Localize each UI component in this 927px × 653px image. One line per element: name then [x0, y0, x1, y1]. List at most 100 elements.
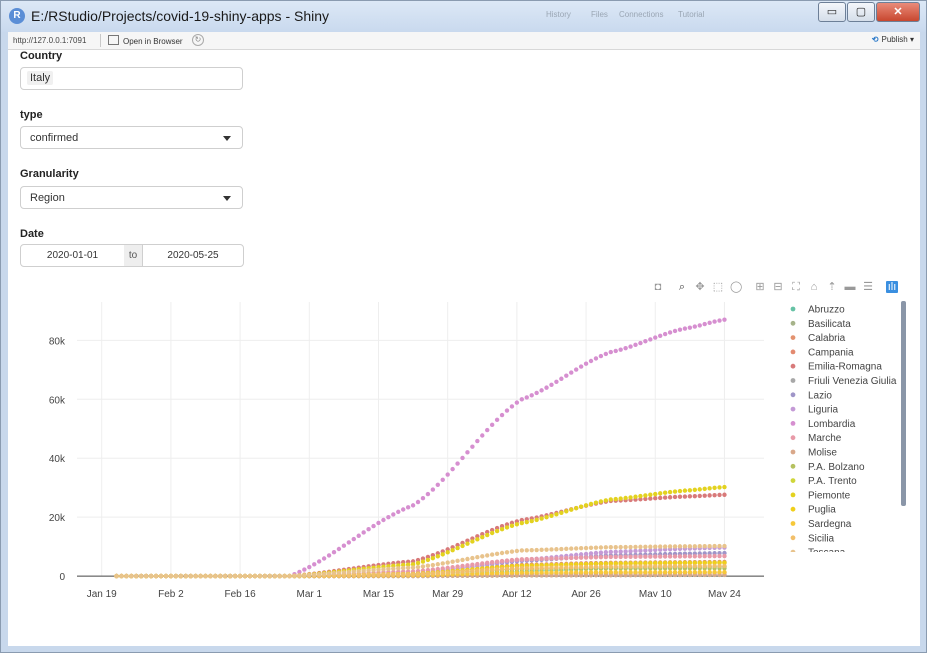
data-point[interactable]: [509, 570, 515, 575]
legend-item[interactable]: Marche: [790, 433, 842, 444]
data-point[interactable]: [672, 489, 678, 494]
data-point[interactable]: [173, 573, 179, 579]
data-point[interactable]: [114, 573, 119, 579]
data-point[interactable]: [494, 567, 500, 572]
data-point[interactable]: [494, 559, 500, 564]
data-point[interactable]: [707, 569, 712, 575]
data-point[interactable]: [653, 569, 658, 575]
data-point[interactable]: [450, 559, 455, 564]
maximize-button[interactable]: ▢: [847, 2, 875, 22]
data-point[interactable]: [578, 570, 584, 575]
data-point[interactable]: [573, 555, 579, 561]
data-point[interactable]: [534, 390, 539, 396]
data-point[interactable]: [648, 492, 653, 497]
data-point[interactable]: [430, 562, 436, 568]
data-point[interactable]: [480, 433, 485, 438]
data-point[interactable]: [578, 504, 584, 509]
data-point[interactable]: [578, 555, 584, 560]
data-point[interactable]: [578, 546, 584, 551]
data-point[interactable]: [672, 544, 678, 549]
data-point[interactable]: [658, 544, 663, 549]
data-point[interactable]: [643, 564, 648, 569]
data-point[interactable]: [573, 506, 579, 511]
data-point[interactable]: [712, 569, 717, 575]
data-point[interactable]: [662, 495, 668, 500]
data-point[interactable]: [588, 555, 594, 560]
data-point[interactable]: [193, 573, 198, 579]
data-point[interactable]: [712, 543, 717, 549]
data-point[interactable]: [425, 557, 431, 563]
data-point[interactable]: [662, 490, 668, 495]
data-point[interactable]: [603, 498, 609, 503]
data-point[interactable]: [341, 570, 347, 575]
data-point[interactable]: [702, 554, 707, 559]
data-point[interactable]: [569, 546, 574, 551]
data-point[interactable]: [435, 482, 440, 488]
data-point[interactable]: [203, 573, 208, 579]
data-point[interactable]: [356, 572, 361, 578]
data-point[interactable]: [208, 573, 213, 579]
open-in-browser-button[interactable]: Open in Browser: [108, 35, 183, 46]
data-point[interactable]: [653, 554, 658, 559]
data-point[interactable]: [564, 509, 569, 514]
data-point[interactable]: [707, 493, 712, 498]
data-point[interactable]: [603, 570, 609, 575]
data-point[interactable]: [564, 555, 569, 561]
data-point[interactable]: [351, 569, 356, 574]
publish-button[interactable]: ⟲ Publish ▾: [872, 35, 914, 44]
data-point[interactable]: [722, 492, 727, 497]
data-point[interactable]: [672, 494, 678, 500]
data-point[interactable]: [638, 554, 643, 559]
data-point[interactable]: [485, 567, 490, 573]
chart-legend[interactable]: Abruzzo Basilicata Calabria Campania Emilia-…: [790, 305, 897, 559]
data-point[interactable]: [494, 551, 500, 556]
data-point[interactable]: [613, 569, 618, 575]
legend-item[interactable]: Puglia: [790, 505, 837, 516]
data-point[interactable]: [312, 572, 317, 577]
data-point[interactable]: [677, 544, 683, 549]
data-point[interactable]: [361, 530, 366, 535]
data-point[interactable]: [420, 559, 426, 564]
data-point[interactable]: [707, 486, 712, 491]
data-point[interactable]: [677, 327, 683, 332]
data-point[interactable]: [529, 393, 534, 398]
data-point[interactable]: [455, 558, 460, 564]
data-point[interactable]: [534, 570, 539, 575]
data-point[interactable]: [371, 523, 376, 529]
spike-lines-icon[interactable]: ⇡: [826, 281, 838, 293]
data-point[interactable]: [598, 554, 604, 560]
data-point[interactable]: [692, 493, 698, 499]
data-point[interactable]: [485, 553, 490, 558]
data-point[interactable]: [623, 554, 628, 560]
data-point[interactable]: [499, 526, 505, 532]
data-point[interactable]: [524, 570, 529, 575]
legend-scrollbar[interactable]: [901, 301, 906, 506]
refresh-icon[interactable]: ↻: [192, 34, 204, 46]
data-point[interactable]: [618, 544, 623, 550]
data-point[interactable]: [628, 544, 633, 550]
data-point[interactable]: [593, 550, 599, 556]
data-point[interactable]: [445, 560, 450, 565]
data-point[interactable]: [569, 370, 574, 375]
data-point[interactable]: [588, 545, 594, 551]
data-point[interactable]: [697, 323, 702, 328]
data-point[interactable]: [519, 570, 525, 575]
data-point[interactable]: [623, 564, 628, 569]
data-point[interactable]: [148, 573, 154, 579]
data-point[interactable]: [643, 544, 648, 550]
data-point[interactable]: [658, 554, 663, 559]
data-point[interactable]: [218, 573, 223, 579]
data-point[interactable]: [410, 503, 416, 508]
data-point[interactable]: [702, 321, 707, 327]
plotly-logo-icon[interactable]: ılı: [886, 281, 898, 293]
data-point[interactable]: [717, 543, 722, 549]
data-point[interactable]: [702, 569, 707, 575]
data-point[interactable]: [539, 516, 544, 521]
data-point[interactable]: [504, 550, 510, 555]
minimize-button[interactable]: ▭: [818, 2, 846, 22]
data-point[interactable]: [554, 379, 559, 384]
data-point[interactable]: [514, 400, 520, 405]
data-point[interactable]: [598, 353, 604, 359]
data-point[interactable]: [228, 573, 233, 579]
data-point[interactable]: [188, 573, 193, 579]
